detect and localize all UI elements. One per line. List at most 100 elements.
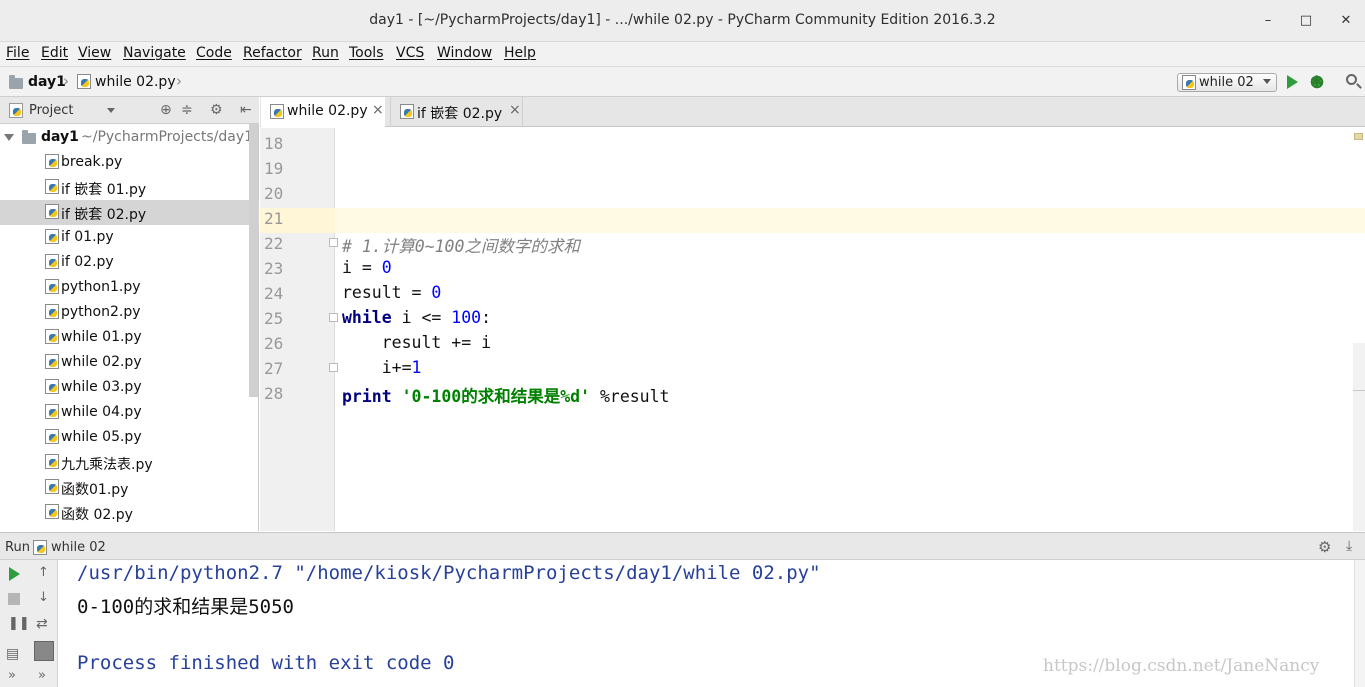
- chevron-down-icon[interactable]: [107, 108, 115, 113]
- run-configuration-select[interactable]: while 02: [1177, 73, 1277, 92]
- file-name: break.py: [61, 154, 123, 170]
- project-scrollbar[interactable]: [249, 124, 258, 397]
- menu-navigate[interactable]: Navigate: [123, 45, 186, 61]
- watermark-text: https://blog.csdn.net/JaneNancy: [1043, 656, 1320, 676]
- menu-tools[interactable]: Tools: [349, 45, 384, 61]
- list-item[interactable]: while 04.py: [0, 400, 259, 425]
- list-item[interactable]: 函数01.py: [0, 475, 259, 500]
- line-number: 22: [264, 234, 284, 253]
- file-name: while 03.py: [61, 379, 142, 395]
- line-number: 28: [264, 384, 284, 403]
- list-item[interactable]: python2.py: [0, 300, 259, 325]
- list-item[interactable]: while 01.py: [0, 325, 259, 350]
- minimize-button[interactable]: –: [1257, 10, 1279, 32]
- code-comment: # 1.计算0~100之间数字的求和: [342, 237, 580, 256]
- menu-view[interactable]: View: [78, 45, 111, 61]
- debug-bug-icon[interactable]: [1309, 72, 1325, 91]
- list-item[interactable]: if 01.py: [0, 225, 259, 250]
- file-name: if 01.py: [61, 229, 114, 245]
- locate-target-icon[interactable]: ⊕: [160, 102, 172, 118]
- tab-label: if 嵌套 02.py: [417, 106, 503, 122]
- hide-panel-icon[interactable]: ⤓: [1346, 538, 1352, 554]
- search-icon[interactable]: [1346, 74, 1357, 85]
- layout-icon[interactable]: ▤: [6, 646, 19, 662]
- tab-if-nested-02[interactable]: if 嵌套 02.py ×: [390, 97, 523, 127]
- pause-icon[interactable]: ❚❚: [8, 616, 30, 631]
- code-line-25: while i <= 100:: [342, 308, 491, 327]
- close-window-button[interactable]: ✕: [1335, 10, 1357, 32]
- file-name: python1.py: [61, 279, 141, 295]
- inspection-status-icon[interactable]: [1354, 133, 1363, 140]
- gear-icon[interactable]: ⚙: [1318, 538, 1331, 556]
- line-number: 24: [264, 284, 284, 303]
- more-icon[interactable]: »: [8, 668, 16, 683]
- menu-edit[interactable]: Edit: [41, 45, 68, 61]
- list-item[interactable]: while 05.py: [0, 425, 259, 450]
- code-token: :: [481, 308, 492, 327]
- fold-marker-icon[interactable]: [329, 238, 338, 247]
- list-item[interactable]: while 02.py: [0, 350, 259, 375]
- expand-triangle-icon[interactable]: [4, 134, 14, 141]
- hide-panel-icon[interactable]: ⇤: [240, 102, 252, 118]
- python-file-icon: [45, 329, 59, 344]
- menu-refactor[interactable]: Refactor: [243, 45, 302, 61]
- python-file-icon: [45, 379, 59, 394]
- file-name: if 嵌套 01.py: [61, 182, 147, 198]
- scroll-to-end-icon[interactable]: [34, 641, 54, 661]
- soft-wrap-icon[interactable]: ⇄: [36, 616, 48, 632]
- project-view-icon: [9, 103, 23, 118]
- python-file-icon: [45, 179, 59, 194]
- menu-code[interactable]: Code: [196, 45, 232, 61]
- menu-run[interactable]: Run: [312, 45, 339, 61]
- stop-icon[interactable]: [8, 593, 20, 605]
- python-file-icon: [45, 429, 59, 444]
- file-name: 九九乘法表.py: [61, 457, 153, 473]
- window-title: day1 - [~/PycharmProjects/day1] - .../wh…: [369, 12, 996, 28]
- file-name: while 05.py: [61, 429, 142, 445]
- breadcrumb-file[interactable]: while 02.py: [95, 74, 176, 90]
- menu-vcs[interactable]: VCS: [396, 45, 424, 61]
- file-name: 函数 02.py: [61, 507, 133, 523]
- code-editor[interactable]: 18 19 20 21 22 23 24 25 26 27 28 # 1.计算0…: [260, 128, 1365, 531]
- list-item[interactable]: while 03.py: [0, 375, 259, 400]
- list-item[interactable]: if 02.py: [0, 250, 259, 275]
- tree-root-day1[interactable]: day1 ~/PycharmProjects/day1: [0, 125, 259, 150]
- folder-icon: [22, 130, 36, 144]
- collapse-all-icon[interactable]: ≑: [181, 102, 193, 118]
- python-file-icon: [33, 540, 47, 555]
- menu-help[interactable]: Help: [504, 45, 536, 61]
- menu-window[interactable]: Window: [437, 45, 492, 61]
- console-scrollbar[interactable]: [1354, 560, 1365, 687]
- line-number: 25: [264, 309, 284, 328]
- arrow-up-icon[interactable]: ↑: [38, 565, 49, 580]
- list-item[interactable]: 九九乘法表.py: [0, 450, 259, 475]
- list-item[interactable]: 函数 02.py: [0, 500, 259, 525]
- tab-while-02[interactable]: while 02.py ×: [261, 97, 385, 127]
- close-icon[interactable]: ×: [509, 102, 521, 118]
- list-item[interactable]: python1.py: [0, 275, 259, 300]
- file-name: while 04.py: [61, 404, 142, 420]
- breadcrumb-separator-icon: ›: [63, 72, 69, 90]
- arrow-down-icon[interactable]: ↓: [38, 590, 49, 605]
- project-view-label[interactable]: Project: [29, 103, 73, 118]
- python-file-icon: [270, 104, 284, 119]
- file-name: if 嵌套 02.py: [61, 207, 147, 223]
- gear-icon[interactable]: ⚙: [210, 102, 223, 118]
- fold-marker-icon[interactable]: [329, 313, 338, 322]
- python-file-icon: [45, 254, 59, 269]
- rerun-icon[interactable]: [9, 567, 20, 581]
- fold-marker-icon[interactable]: [329, 363, 338, 372]
- more-icon[interactable]: »: [38, 668, 46, 683]
- line-number: 21: [264, 209, 284, 228]
- run-play-icon[interactable]: [1287, 75, 1298, 89]
- list-item[interactable]: break.py: [0, 150, 259, 175]
- editor-scrollbar[interactable]: [1353, 343, 1365, 531]
- code-token: i <=: [391, 308, 452, 327]
- run-tool-label: Run: [5, 540, 30, 555]
- menu-file[interactable]: File: [6, 45, 29, 61]
- breadcrumb-root[interactable]: day1: [28, 74, 66, 90]
- list-item-selected[interactable]: if 嵌套 02.py: [0, 200, 259, 225]
- maximize-button[interactable]: □: [1295, 10, 1317, 32]
- list-item[interactable]: if 嵌套 01.py: [0, 175, 259, 200]
- close-icon[interactable]: ×: [372, 102, 384, 118]
